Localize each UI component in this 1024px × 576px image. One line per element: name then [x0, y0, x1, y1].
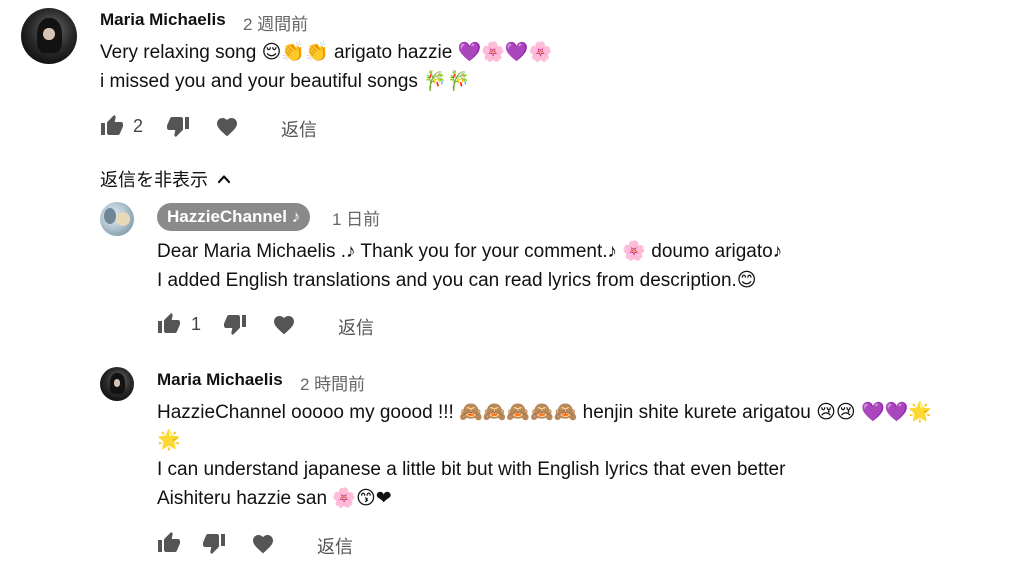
reply-text-line: Dear Maria Michaelis .♪ Thank you for yo… [157, 241, 783, 262]
hide-replies-label: 返信を非表示 [100, 170, 208, 190]
reply-author[interactable]: Maria Michaelis [157, 370, 283, 390]
comment-author[interactable]: Maria Michaelis [100, 10, 226, 30]
comment-text-line: i missed you and your beautiful songs 🎋🎋 [100, 71, 471, 92]
reply-timestamp[interactable]: 2 時間前 [300, 370, 365, 395]
heart-icon[interactable] [215, 115, 239, 137]
like-count: 1 [191, 314, 202, 334]
avatar-face [113, 379, 121, 387]
heart-icon[interactable] [272, 313, 296, 335]
reply-button[interactable]: 返信 [338, 314, 374, 340]
hide-replies-button[interactable]: 返信を非表示 [100, 166, 232, 192]
thumbs-down-icon[interactable] [223, 312, 247, 336]
reply-text-line: HazzieChannel ooooo my goood !!! 🙈🙈🙈🙈🙈 h… [157, 402, 932, 423]
avatar-shape [104, 208, 116, 224]
reply-text-line: I can understand japanese a little bit b… [157, 459, 786, 480]
reply-text-line: Aishiteru hazzie san 🌸😙❤ [157, 488, 392, 509]
comment-timestamp[interactable]: 2 週間前 [243, 10, 308, 35]
avatar[interactable] [21, 8, 77, 64]
reply-timestamp[interactable]: 1 日前 [332, 205, 380, 230]
avatar-face [43, 28, 55, 41]
thumbs-up-icon[interactable] [157, 531, 181, 555]
avatar[interactable] [100, 202, 134, 236]
avatar-shape [116, 212, 130, 226]
channel-owner-badge[interactable]: HazzieChannel ♪ [157, 203, 311, 231]
reply-text-line: 🌟 [157, 430, 181, 451]
reply-button[interactable]: 返信 [281, 116, 317, 142]
thumbs-down-icon[interactable] [166, 114, 190, 138]
reply-button[interactable]: 返信 [317, 533, 353, 559]
heart-icon[interactable] [251, 532, 275, 554]
avatar[interactable] [100, 367, 134, 401]
reply-text-line: I added English translations and you can… [157, 270, 757, 291]
chevron-up-icon [216, 171, 232, 187]
like-count: 2 [133, 116, 144, 136]
thumbs-down-icon[interactable] [202, 531, 226, 555]
thumbs-up-icon[interactable] [157, 312, 181, 336]
thumbs-up-icon[interactable] [100, 114, 124, 138]
comment-text-line: Very relaxing song 😌👏👏 arigato hazzie 💜🌸… [100, 42, 553, 63]
